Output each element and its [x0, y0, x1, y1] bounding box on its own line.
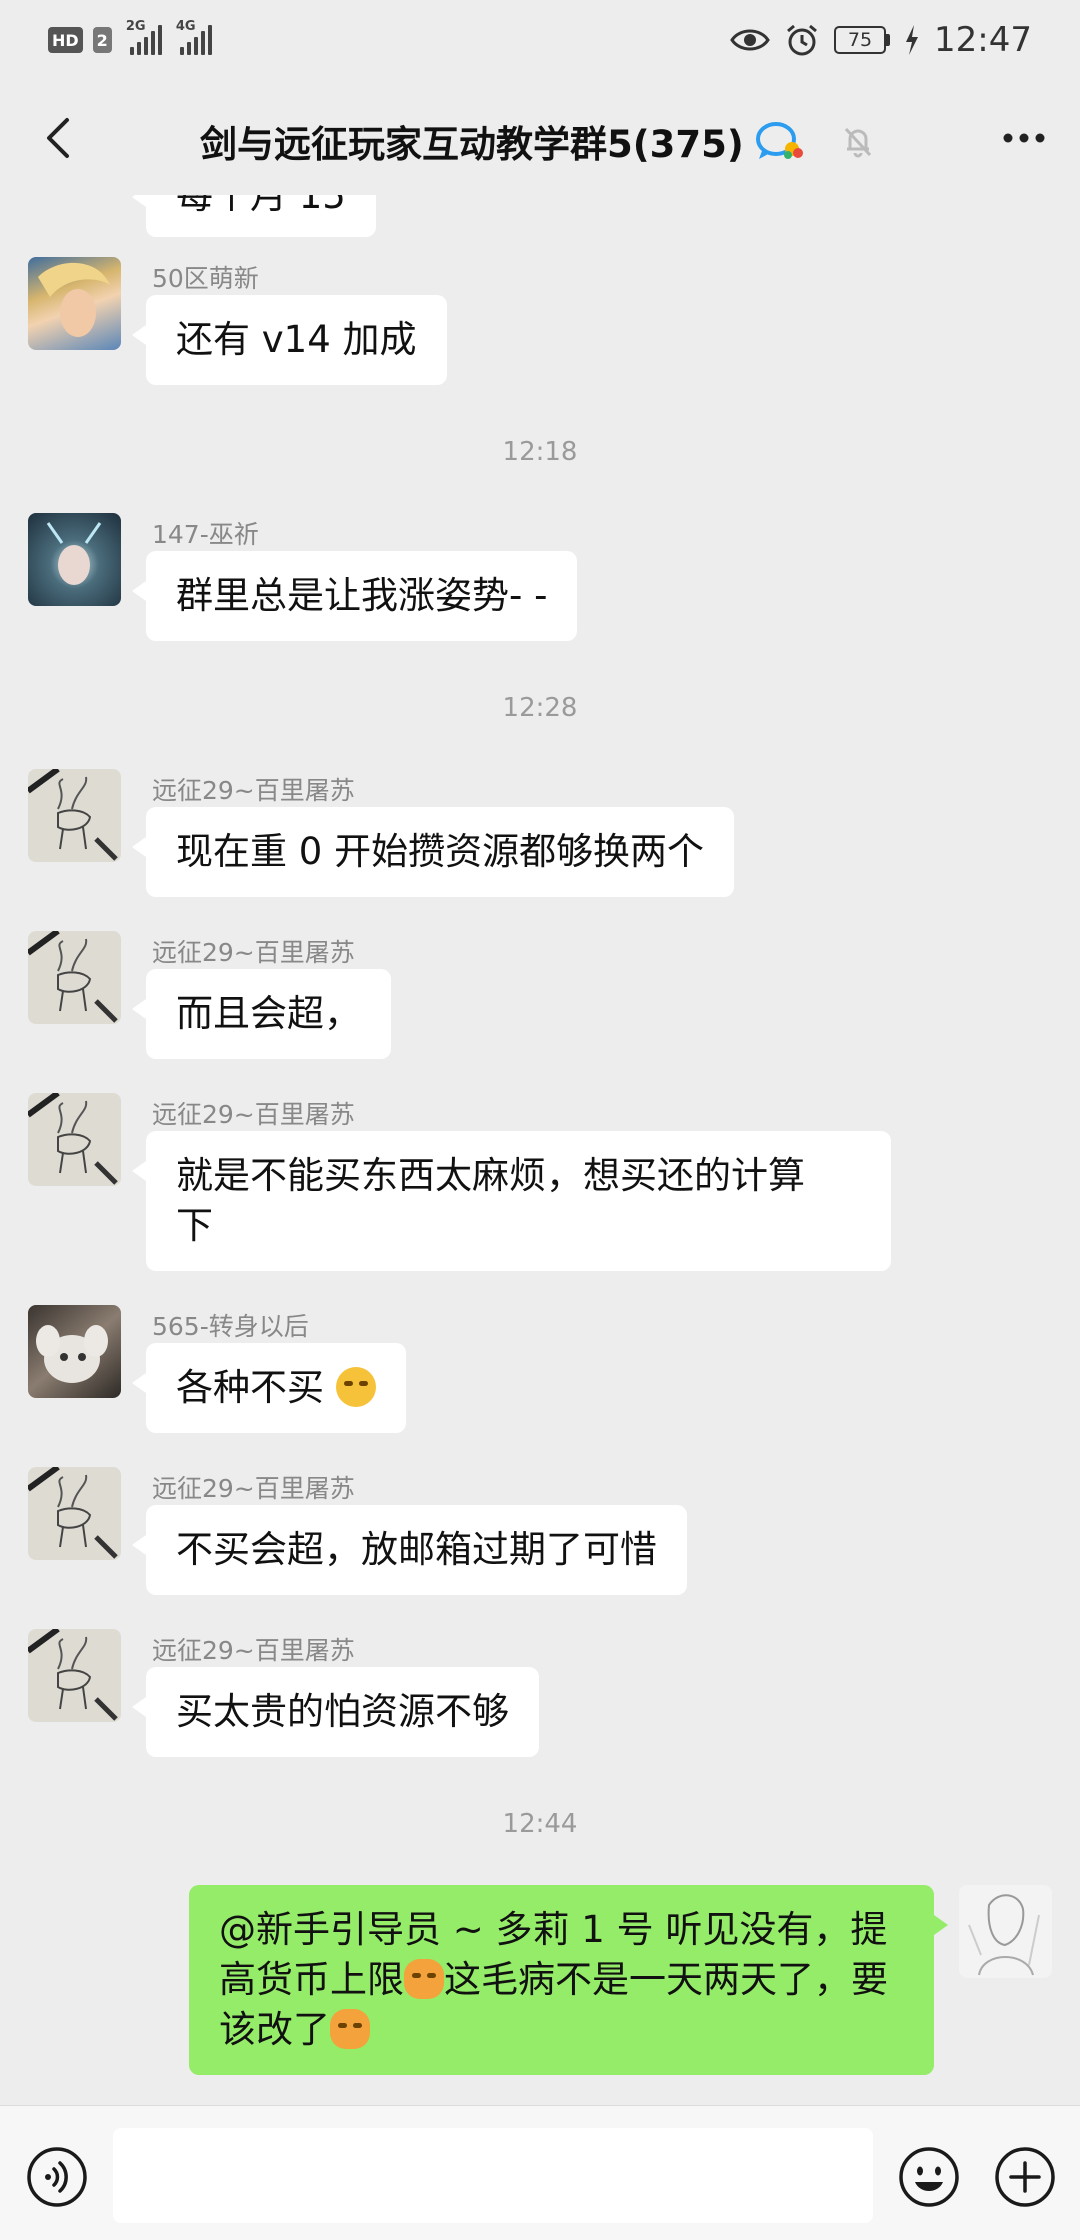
- message-text: 各种不买: [176, 1366, 324, 1409]
- message-bubble[interactable]: 现在重 0 开始攒资源都够换两个: [131, 807, 735, 897]
- message-bubble[interactable]: 而且会超，: [132, 969, 391, 1059]
- voice-icon: [27, 2147, 87, 2207]
- avatar[interactable]: [28, 1305, 121, 1398]
- message-bubble[interactable]: 各种不买: [132, 1343, 406, 1433]
- message-text: 群里总是让我涨姿势- -: [176, 574, 548, 617]
- chat-header: 剑与远征玩家互动教学群5(375): [0, 80, 1080, 195]
- sender-name: 远征29~百里屠苏: [152, 1100, 355, 1129]
- message-text-line: 下: [176, 1204, 213, 1247]
- message-list[interactable]: 每个月 15 50区萌新 还有 v14 加成 12:18 147-巫祈 群里总是…: [0, 195, 1080, 2105]
- message-bubble[interactable]: 买太贵的怕资源不够: [132, 1667, 539, 1757]
- doge-emoji-icon: [330, 2009, 370, 2049]
- charging-icon: [906, 25, 919, 55]
- message-text: 买太贵的怕资源不够: [176, 1690, 509, 1733]
- group-chat-icon: [755, 122, 803, 159]
- sender-name: 50区萌新: [152, 264, 259, 293]
- sender-name: 147-巫祈: [152, 520, 259, 549]
- message-text: 现在重 0 开始攒资源都够换两个: [176, 830, 705, 873]
- avatar[interactable]: [28, 1467, 121, 1560]
- eye-icon: [730, 29, 770, 51]
- timestamp: 12:44: [502, 1809, 578, 1839]
- more-button[interactable]: [994, 108, 1054, 168]
- message-bubble[interactable]: 每个月 15: [132, 195, 376, 237]
- message-bubble-self[interactable]: @新手引导员 ~ 多莉 1 号 听见没有，提高货币上限 这毛病不是一天两天了，要该…: [189, 1885, 948, 2075]
- battery-icon: 75: [834, 26, 891, 54]
- message-text-line: 就是不能买东西太麻烦，想买还的计算: [176, 1154, 805, 1197]
- chevron-left-icon: [47, 118, 69, 158]
- doge-emoji-icon: [404, 1959, 444, 1999]
- voice-button[interactable]: [26, 2146, 88, 2208]
- status-right: 75 12:47: [730, 20, 1032, 60]
- title-wrap: 剑与远征玩家互动教学群5(375): [200, 114, 878, 168]
- smile-icon: [899, 2147, 959, 2207]
- message-text: 而且会超，: [176, 992, 361, 1035]
- emoji-button[interactable]: [898, 2146, 960, 2208]
- clock: 12:47: [934, 20, 1032, 60]
- message-text: 还有 v14 加成: [176, 318, 417, 361]
- net-label-2g: 2G: [125, 19, 146, 34]
- sender-name: 远征29~百里屠苏: [152, 1474, 355, 1503]
- avatar[interactable]: [28, 1093, 121, 1186]
- plus-icon: [995, 2147, 1055, 2207]
- group-title[interactable]: 剑与远征玩家互动教学群5(375): [200, 114, 744, 168]
- smirk-emoji-icon: [335, 1367, 376, 1407]
- message-input[interactable]: [113, 2128, 873, 2223]
- sim-badge: 2: [92, 27, 112, 53]
- timestamp: 12:18: [502, 437, 578, 467]
- avatar[interactable]: [28, 513, 121, 606]
- status-bar: HD 2 2G 4G 75 12:47: [0, 0, 1080, 80]
- avatar[interactable]: [28, 1629, 121, 1722]
- net-label-4g: 4G: [175, 19, 196, 34]
- signal-2g-icon: 2G: [126, 19, 162, 55]
- mute-bell-icon: [844, 127, 871, 158]
- message-bubble[interactable]: 群里总是让我涨姿势- -: [131, 551, 578, 641]
- message-bubble[interactable]: 就是不能买东西太麻烦，想买还的计算 下: [132, 1131, 891, 1271]
- timestamp: 12:28: [502, 693, 578, 723]
- signal-4g-icon: 4G: [176, 19, 212, 55]
- more-dots-icon: [1003, 133, 1045, 143]
- back-button[interactable]: [28, 108, 88, 168]
- more-actions-button[interactable]: [994, 2146, 1056, 2208]
- message-bubble[interactable]: 还有 v14 加成: [132, 295, 447, 385]
- input-bar: [0, 2105, 1080, 2240]
- message-text: 不买会超，放邮箱过期了可惜: [176, 1528, 657, 1571]
- sender-name: 远征29~百里屠苏: [152, 1636, 355, 1665]
- battery-level: 75: [834, 26, 887, 54]
- alarm-icon: [787, 24, 817, 56]
- avatar-self[interactable]: [959, 1885, 1052, 1978]
- sender-name: 远征29~百里屠苏: [152, 938, 355, 967]
- avatar[interactable]: [28, 257, 121, 350]
- status-left: HD 2 2G 4G: [48, 19, 212, 55]
- avatar[interactable]: [28, 931, 121, 1024]
- avatar[interactable]: [28, 769, 121, 862]
- sender-name: 远征29~百里屠苏: [152, 776, 355, 805]
- message-text: 每个月 15: [176, 195, 346, 217]
- message-bubble[interactable]: 不买会超，放邮箱过期了可惜: [132, 1505, 687, 1595]
- sender-name: 565-转身以后: [152, 1312, 309, 1341]
- hd-badge: HD: [48, 27, 83, 53]
